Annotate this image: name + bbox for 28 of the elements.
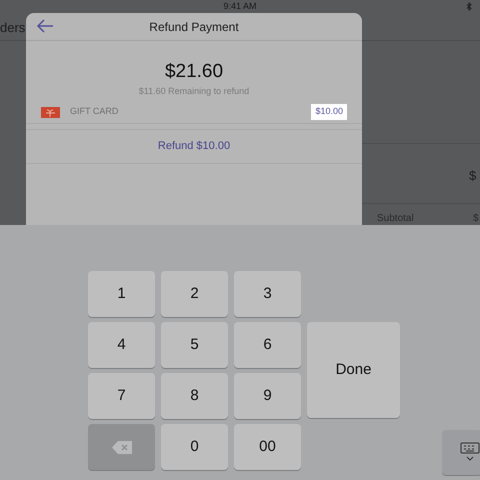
digit-key[interactable]: 9 — [234, 373, 301, 419]
refund-button[interactable]: Refund $10.00 — [26, 130, 362, 164]
digit-key[interactable]: 3 — [234, 271, 301, 317]
digit-key[interactable]: 4 — [88, 322, 155, 368]
digit-key[interactable]: 6 — [234, 322, 301, 368]
subtotal-value: $ — [473, 212, 479, 226]
status-time: 9:41 AM — [222, 0, 258, 13]
amount-text: $ — [469, 167, 476, 185]
digit-key[interactable]: 5 — [161, 322, 228, 368]
done-key[interactable]: Done — [307, 322, 400, 418]
amount-input[interactable]: $10.00 — [311, 104, 347, 120]
modal-title: Refund Payment — [149, 18, 239, 36]
digit-key[interactable]: 8 — [161, 373, 228, 419]
remaining-text: $11.60 Remaining to refund — [138, 85, 250, 98]
digit-key[interactable]: 2 — [161, 271, 228, 317]
nav-title: ders — [0, 19, 26, 37]
digit-key[interactable]: 1 — [88, 271, 155, 317]
tender-label: GIFT CARD — [70, 105, 118, 118]
keyboard-icon — [460, 442, 480, 462]
digit-key[interactable]: 00 — [234, 424, 301, 470]
backspace-icon — [112, 440, 132, 454]
back-arrow-icon[interactable] — [36, 19, 54, 33]
refund-total: $21.60 — [164, 61, 224, 83]
bluetooth-icon — [466, 2, 472, 11]
hide-keyboard-key[interactable] — [442, 430, 480, 475]
digit-key[interactable]: 7 — [88, 373, 155, 419]
gift-card-icon — [41, 106, 60, 118]
digit-key[interactable]: 0 — [161, 424, 228, 470]
